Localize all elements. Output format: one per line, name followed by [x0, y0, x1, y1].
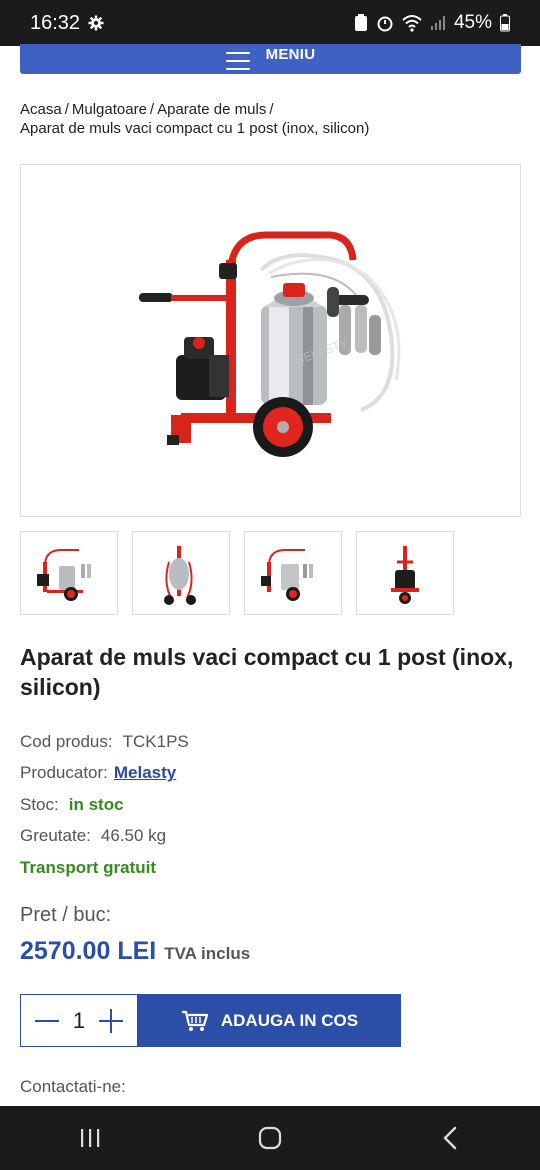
- price-block: 2570.00 LEI TVA inclus: [20, 937, 250, 966]
- price-amount: 2570.00 LEI: [20, 937, 157, 965]
- price-label: Pret / buc:: [20, 904, 112, 926]
- home-icon: [258, 1126, 282, 1150]
- vat-note: TVA inclus: [164, 944, 251, 963]
- product-title: Aparat de muls vaci compact cu 1 post (i…: [20, 644, 514, 700]
- thumbnail-gallery: [20, 531, 454, 615]
- menu-button[interactable]: MENIU: [20, 44, 521, 74]
- status-time: 16:32: [30, 11, 81, 34]
- spec-stock: Stoc: in stoc: [20, 789, 189, 821]
- breadcrumb: Acasa / Mulgatoare / Aparate de muls / Aparat…: [20, 101, 370, 137]
- battery-saver-icon: [354, 14, 367, 31]
- thumbnail-image: [391, 546, 419, 604]
- cart-row: 1 ADAUGA IN COS: [20, 994, 401, 1047]
- spec-weight: Greutate: 46.50 kg: [20, 821, 189, 853]
- back-icon: [443, 1126, 457, 1150]
- menu-label: MENIU: [265, 45, 316, 63]
- spec-weight-value: 46.50 kg: [100, 826, 167, 846]
- spec-weight-label: Greutate:: [20, 826, 91, 846]
- producer-link[interactable]: Melasty: [114, 763, 176, 783]
- spec-producer-label: Producator:: [20, 763, 108, 783]
- contact-label: Contactati-ne:: [20, 1077, 126, 1096]
- spec-code-label: Cod produs:: [20, 731, 113, 751]
- product-thumbnail[interactable]: [132, 531, 230, 615]
- breadcrumb-link-home[interactable]: Acasa: [20, 101, 62, 118]
- alarm-icon: [377, 16, 393, 32]
- quantity-value[interactable]: 1: [73, 1008, 85, 1034]
- stock-status: in stoc: [68, 794, 124, 814]
- breadcrumb-current: Aparat de muls vaci compact cu 1 post (i…: [20, 120, 370, 137]
- spec-code-value: TCK1PS: [122, 731, 189, 751]
- thumbnail-image: [37, 549, 91, 601]
- home-button[interactable]: [230, 1118, 310, 1158]
- recent-apps-icon: [81, 1129, 100, 1147]
- decrease-quantity-button[interactable]: [35, 1019, 59, 1022]
- cart-icon: [181, 1010, 208, 1031]
- recent-apps-button[interactable]: [50, 1118, 130, 1158]
- breadcrumb-link-aparate-de-muls[interactable]: Aparate de muls: [157, 101, 266, 118]
- signal-icon: [430, 16, 445, 30]
- spec-code: Cod produs: TCK1PS: [20, 726, 189, 758]
- milking-machine-illustration: MELASTY: [139, 231, 401, 457]
- hamburger-icon: [225, 52, 250, 70]
- system-navigation-bar: [0, 1106, 540, 1170]
- spec-producer: Producator: Melasty: [20, 758, 189, 790]
- spec-stock-label: Stoc:: [20, 794, 59, 814]
- spec-transport: Transport gratuit: [20, 852, 189, 884]
- battery-percent: 45%: [453, 12, 492, 33]
- product-thumbnail[interactable]: [244, 531, 342, 615]
- thumbnail-image: [261, 549, 313, 601]
- breadcrumb-link-mulgatoare[interactable]: Mulgatoare: [72, 101, 147, 118]
- product-thumbnail[interactable]: [356, 531, 454, 615]
- add-to-cart-label: ADAUGA IN COS: [220, 1010, 359, 1030]
- quantity-stepper: 1: [20, 994, 138, 1047]
- battery-icon: [500, 14, 510, 32]
- add-to-cart-button[interactable]: ADAUGA IN COS: [138, 994, 401, 1047]
- back-button[interactable]: [410, 1118, 490, 1158]
- product-main-image[interactable]: MELASTY: [20, 164, 521, 517]
- status-bar: 16:32 45%: [0, 0, 540, 46]
- product-thumbnail[interactable]: [20, 531, 118, 615]
- increase-quantity-button[interactable]: [99, 1008, 123, 1033]
- wifi-icon: [402, 15, 422, 32]
- thumbnail-image: [164, 546, 196, 605]
- free-shipping-label: Transport gratuit: [20, 857, 157, 877]
- gear-icon: [88, 15, 104, 31]
- product-specs: Cod produs: TCK1PS Producator: Melasty S…: [20, 726, 189, 884]
